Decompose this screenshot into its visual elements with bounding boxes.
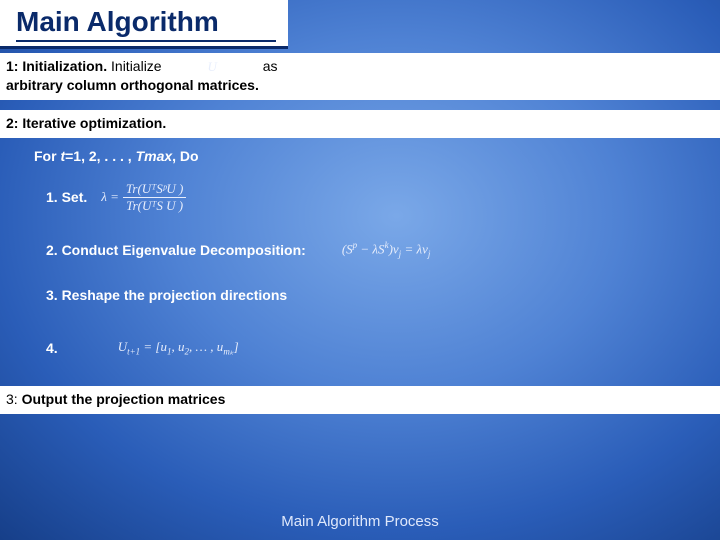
step-1-mid: Initialize bbox=[107, 58, 161, 74]
substep-2-label: 2. Conduct Eigenvalue Decomposition: bbox=[46, 242, 306, 258]
step-1-tail-a: as bbox=[263, 58, 278, 74]
step-2: 2: Iterative optimization. bbox=[0, 110, 720, 138]
title-box: Main Algorithm bbox=[0, 0, 288, 49]
substep-2: 2. Conduct Eigenvalue Decomposition: (Sp… bbox=[46, 240, 700, 259]
eq2-d: = λν bbox=[401, 241, 428, 256]
step-2-heading: 2: Iterative optimization. bbox=[6, 115, 166, 131]
substep-1-formula: λ = Tr(UᵀSᵖU ) Tr(UᵀS U ) bbox=[101, 182, 186, 212]
step-1-line2: arbitrary column orthogonal matrices. bbox=[6, 77, 259, 93]
lambda-eq: λ = bbox=[101, 189, 119, 205]
substep-3-label: 3. Reshape the projection directions bbox=[46, 287, 287, 303]
substep-4-label: 4. bbox=[46, 340, 58, 356]
eq4-b: = [u bbox=[140, 339, 167, 354]
slide-title: Main Algorithm bbox=[16, 6, 276, 38]
eq2-c: )ν bbox=[389, 241, 399, 256]
substep-1-label: 1. Set. bbox=[46, 189, 87, 205]
eq4-e: ] bbox=[234, 339, 239, 354]
substep-4-formula: Ut+1 = [u1, u2, … , umₖ] bbox=[118, 339, 239, 358]
for-prefix: For bbox=[34, 148, 60, 164]
eq2-j2: j bbox=[428, 249, 431, 259]
eq4-d: , … , u bbox=[189, 339, 223, 354]
substep-3: 3. Reshape the projection directions bbox=[46, 287, 700, 303]
substep-1: 1. Set. λ = Tr(UᵀSᵖU ) Tr(UᵀS U ) bbox=[46, 182, 700, 212]
eq4-m: mₖ bbox=[223, 347, 233, 357]
step-3-prefix: 3: bbox=[6, 391, 22, 407]
frac-num: Tr(UᵀSᵖU ) bbox=[123, 182, 186, 196]
step-3-text: Output the projection matrices bbox=[22, 391, 226, 407]
step-2-body: For t=1, 2, . . . , Tmax, Do 1. Set. λ =… bbox=[0, 138, 720, 358]
title-underline bbox=[16, 40, 276, 42]
frac-den: Tr(UᵀS U ) bbox=[123, 199, 186, 213]
eq4-t1: t+1 bbox=[127, 347, 140, 357]
eq4-a: U bbox=[118, 339, 127, 354]
for-do: , Do bbox=[172, 148, 198, 164]
eq4-c: , u bbox=[172, 339, 185, 354]
step-1: 1: Initialization. Initialize U as arbit… bbox=[0, 53, 720, 100]
eq2-b: − λS bbox=[357, 241, 384, 256]
for-tmax: Tmax bbox=[136, 148, 173, 164]
step-1-var: U bbox=[207, 59, 216, 74]
substep-4: 4. Ut+1 = [u1, u2, … , umₖ] bbox=[46, 339, 700, 358]
step-3: 3: Output the projection matrices bbox=[0, 386, 720, 414]
substep-2-formula: (Sp − λSk)νj = λνj bbox=[342, 240, 431, 259]
slide: Main Algorithm 1: Initialization. Initia… bbox=[0, 0, 720, 540]
for-rest: =1, 2, . . . , bbox=[65, 148, 135, 164]
for-line: For t=1, 2, . . . , Tmax, Do bbox=[34, 148, 700, 164]
eq2-a: (S bbox=[342, 241, 353, 256]
step-1-prefix: 1: Initialization. bbox=[6, 58, 107, 74]
footer-caption: Main Algorithm Process bbox=[0, 513, 720, 530]
fraction: Tr(UᵀSᵖU ) Tr(UᵀS U ) bbox=[123, 182, 186, 212]
